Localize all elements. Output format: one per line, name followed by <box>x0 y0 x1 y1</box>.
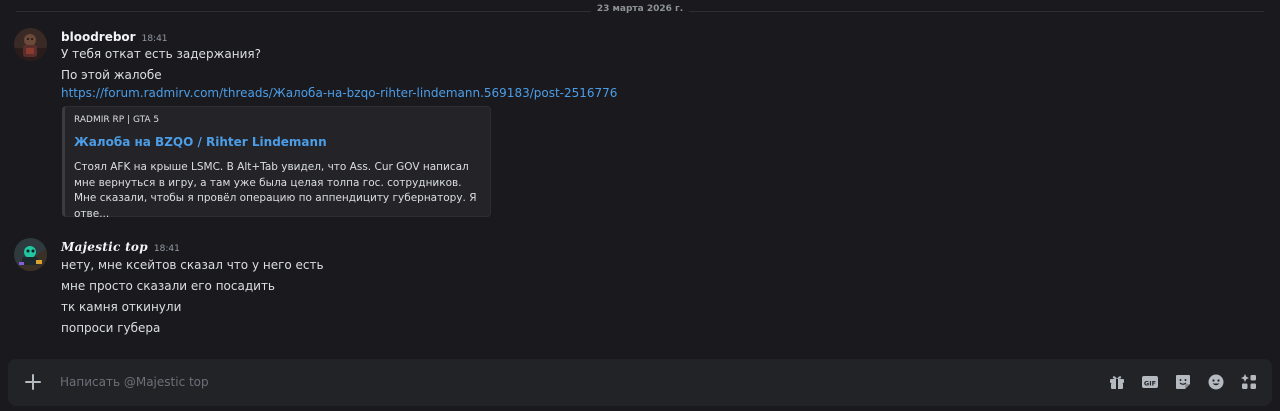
timestamp[interactable]: 18:41 <box>142 34 168 44</box>
avatar-image <box>14 238 47 271</box>
message-header: bloodrebor 18:41 <box>61 28 1260 44</box>
avatar[interactable] <box>14 238 47 271</box>
chat-pane: 23 марта 2026 г. bloodrebor 18:41 У тебя … <box>0 0 1280 411</box>
apps-icon <box>1241 374 1256 389</box>
message-header: Majestic top 18:41 <box>61 238 1260 254</box>
message-body: bloodrebor 18:41 У тебя откат есть задерж… <box>61 28 1260 101</box>
message-body: Majestic top 18:41 нету, мне ксейтов сказ… <box>61 238 1260 336</box>
gif-icon: GIF <box>1142 376 1158 388</box>
message-composer: GIF <box>8 359 1272 406</box>
gif-button[interactable]: GIF <box>1141 373 1159 391</box>
plus-icon <box>25 374 41 390</box>
message-text: нету, мне ксейтов сказал что у него есть <box>61 258 324 272</box>
gift-icon <box>1110 376 1124 389</box>
username[interactable]: bloodrebor <box>61 30 136 44</box>
message-text: У тебя откат есть задержания? <box>61 47 261 61</box>
message-input[interactable] <box>60 371 960 393</box>
svg-text:GIF: GIF <box>1144 380 1156 388</box>
message-text: мне просто сказали его посадить <box>61 279 276 293</box>
sticker-button[interactable] <box>1174 373 1192 391</box>
gift-button[interactable] <box>1108 373 1126 391</box>
message-text: По этой жалобе <box>61 68 162 82</box>
attach-button[interactable] <box>22 371 44 393</box>
date-divider-label: 23 марта 2026 г. <box>590 4 690 14</box>
message-link[interactable]: https://forum.radmirv.com/threads/Жалоба… <box>61 86 617 100</box>
avatar[interactable] <box>14 28 47 61</box>
embed-provider[interactable]: RADMIR RP | GTA 5 <box>74 115 159 125</box>
sticker-icon <box>1176 375 1190 389</box>
emoji-icon <box>1208 374 1224 390</box>
embed-description: Стоял AFK на крыше LSMC. В Alt+Tab увиде… <box>74 161 477 220</box>
message-text: попроси губера <box>61 321 161 335</box>
emoji-button[interactable] <box>1207 373 1225 391</box>
embed-title[interactable]: Жалоба на BZQO / Rihter Lindemann <box>74 135 327 149</box>
apps-button[interactable] <box>1240 373 1258 391</box>
avatar-image <box>14 28 47 61</box>
message-text: тк камня откинули <box>61 300 182 314</box>
username[interactable]: Majestic top <box>61 240 148 254</box>
timestamp[interactable]: 18:41 <box>154 244 180 254</box>
link-embed: RADMIR RP | GTA 5 Жалоба на BZQO / Rihte… <box>62 106 491 220</box>
